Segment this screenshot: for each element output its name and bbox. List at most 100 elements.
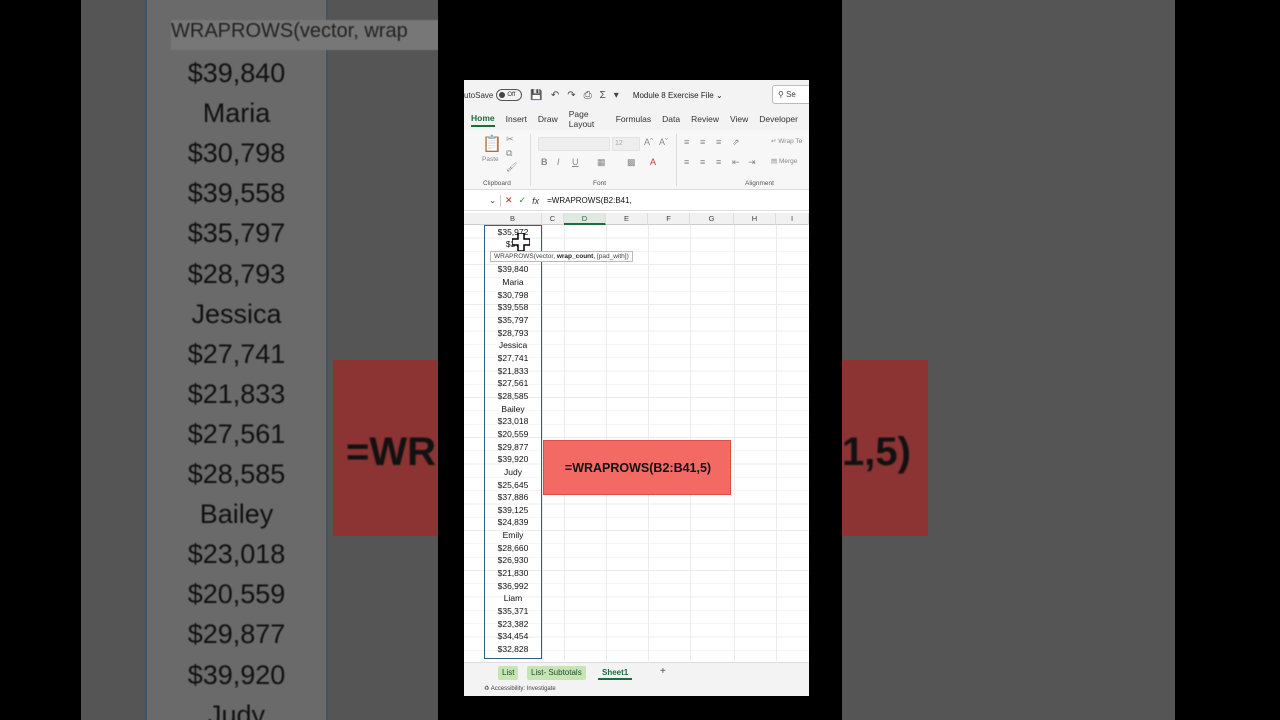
- font-color-icon[interactable]: A: [650, 157, 656, 167]
- autosum-icon[interactable]: Σ: [600, 90, 606, 101]
- align-center-icon[interactable]: ≡: [700, 157, 705, 167]
- print-icon[interactable]: ⎙: [584, 90, 592, 101]
- tab-home[interactable]: Home: [471, 113, 495, 127]
- font-name-box[interactable]: [538, 137, 610, 151]
- cell-b27[interactable]: $26,930: [484, 554, 542, 566]
- cell-b15[interactable]: Bailey: [484, 403, 542, 415]
- cell-b31[interactable]: $35,371: [484, 605, 542, 617]
- underline-icon[interactable]: U: [572, 157, 579, 167]
- paste-icon[interactable]: 📋: [482, 134, 502, 154]
- wrap-text-button[interactable]: ↵ Wrap Te: [771, 137, 802, 145]
- bold-icon[interactable]: B: [541, 157, 548, 167]
- cell-b13[interactable]: $27,561: [484, 377, 542, 389]
- backdrop-cell: $23,018: [187, 539, 286, 570]
- cell-b25[interactable]: Emily: [484, 529, 542, 541]
- name-box-chevron-icon[interactable]: ⌄: [464, 196, 496, 205]
- customize-toolbar-icon[interactable]: ▾: [614, 90, 619, 101]
- align-middle-icon[interactable]: ≡: [700, 137, 705, 147]
- font-size-box[interactable]: 12: [612, 137, 640, 151]
- merge-button[interactable]: ▤ Merge: [771, 157, 797, 165]
- cell-b30[interactable]: Liam: [484, 592, 542, 604]
- borders-icon[interactable]: ▦: [597, 157, 606, 168]
- enter-icon[interactable]: ✓: [519, 195, 527, 206]
- tab-review[interactable]: Review: [691, 114, 719, 126]
- decrease-font-icon[interactable]: Aˇ: [659, 137, 668, 147]
- cell-b8[interactable]: $35,797: [484, 314, 542, 326]
- cell-b7[interactable]: $39,558: [484, 301, 542, 313]
- column-header-c[interactable]: C: [542, 213, 564, 225]
- column-header-d[interactable]: D: [564, 213, 606, 225]
- cell-b26[interactable]: $28,660: [484, 542, 542, 554]
- cell-b18[interactable]: $29,877: [484, 441, 542, 453]
- cancel-icon[interactable]: ✕: [505, 195, 513, 206]
- cell-b19[interactable]: $39,920: [484, 453, 542, 465]
- cell-b16[interactable]: $23,018: [484, 415, 542, 427]
- align-top-icon[interactable]: ≡: [684, 137, 689, 147]
- tab-formulas[interactable]: Formulas: [616, 114, 651, 126]
- search-box[interactable]: ⚲ Se: [772, 85, 809, 104]
- cell-b29[interactable]: $36,992: [484, 580, 542, 592]
- cell-b20[interactable]: Judy: [484, 466, 542, 478]
- tab-page-layout[interactable]: Page Layout: [569, 109, 605, 131]
- cell-b4[interactable]: $39,840: [484, 263, 542, 275]
- merge-icon: ▤: [771, 158, 778, 165]
- accessibility-status[interactable]: Accessibility: Investigate: [491, 686, 556, 692]
- orientation-icon[interactable]: ⇗: [732, 137, 740, 148]
- formula-input[interactable]: =WRAPROWS(B2:B41,: [547, 196, 632, 205]
- cell-b34[interactable]: $32,828: [484, 643, 542, 655]
- column-header-f[interactable]: F: [648, 213, 690, 225]
- cell-b22[interactable]: $37,886: [484, 491, 542, 503]
- column-header-b[interactable]: B: [484, 213, 542, 225]
- sheet-tab-sheet1[interactable]: Sheet1: [598, 666, 633, 680]
- backdrop-right: 1,5): [842, 0, 1175, 720]
- cell-b11[interactable]: $27,741: [484, 352, 542, 364]
- copy-icon[interactable]: ⧉: [506, 148, 512, 159]
- file-name[interactable]: Module 8 Exercise File ⌄: [633, 91, 723, 100]
- cell-b9[interactable]: $28,793: [484, 327, 542, 339]
- cell-b32[interactable]: $23,382: [484, 618, 542, 630]
- autosave-toggle[interactable]: Off: [496, 89, 523, 101]
- tab-view[interactable]: View: [730, 114, 748, 126]
- decrease-indent-icon[interactable]: ⇤: [732, 157, 740, 168]
- italic-icon[interactable]: I: [557, 157, 560, 167]
- cell-b17[interactable]: $20,559: [484, 428, 542, 440]
- backdrop-banner-text: =WR: [346, 430, 436, 474]
- undo-icon[interactable]: ↶: [551, 90, 559, 101]
- tab-data[interactable]: Data: [662, 114, 680, 126]
- redo-icon[interactable]: ↷: [567, 90, 575, 101]
- cell-b33[interactable]: $34,454: [484, 630, 542, 642]
- cell-b24[interactable]: $24,839: [484, 516, 542, 528]
- cell-b10[interactable]: Jessica: [484, 339, 542, 351]
- column-header-e[interactable]: E: [606, 213, 648, 225]
- sheet-tab-list[interactable]: List: [498, 666, 519, 680]
- tab-developer[interactable]: Developer: [759, 114, 798, 126]
- column-header-g[interactable]: G: [690, 213, 734, 225]
- cell-b21[interactable]: $25,645: [484, 479, 542, 491]
- cut-icon[interactable]: ✂: [506, 134, 514, 145]
- align-bottom-icon[interactable]: ≡: [716, 137, 721, 147]
- cell-b23[interactable]: $39,125: [484, 504, 542, 516]
- sheet-tab-list-subtotals[interactable]: List- Subtotals: [527, 666, 586, 680]
- insert-function-icon[interactable]: fx: [532, 196, 539, 206]
- format-painter-icon[interactable]: 🖌: [506, 162, 517, 173]
- align-right-icon[interactable]: ≡: [716, 157, 721, 167]
- fill-color-icon[interactable]: ▩: [627, 157, 636, 168]
- increase-font-icon[interactable]: Aˆ: [644, 137, 653, 147]
- cell-b5[interactable]: Maria: [484, 276, 542, 288]
- cell-b12[interactable]: $21,833: [484, 365, 542, 377]
- column-header-h[interactable]: H: [734, 213, 776, 225]
- align-left-icon[interactable]: ≡: [684, 157, 689, 167]
- search-icon: ⚲: [778, 90, 784, 99]
- increase-indent-icon[interactable]: ⇥: [748, 157, 756, 168]
- cell-b14[interactable]: $28,585: [484, 390, 542, 402]
- tab-draw[interactable]: Draw: [538, 114, 558, 126]
- column-header-i[interactable]: I: [776, 213, 809, 225]
- formula-bar-separator: [500, 194, 501, 207]
- save-icon[interactable]: 💾: [530, 90, 542, 101]
- column-headers: B C D E F G H I: [464, 213, 809, 225]
- worksheet-grid[interactable]: $35,972$37$39,840Maria$30,798$39,558$35,…: [464, 225, 809, 661]
- cell-b6[interactable]: $30,798: [484, 289, 542, 301]
- tab-insert[interactable]: Insert: [506, 114, 527, 126]
- cell-b28[interactable]: $21,830: [484, 567, 542, 579]
- add-sheet-icon[interactable]: +: [660, 666, 666, 677]
